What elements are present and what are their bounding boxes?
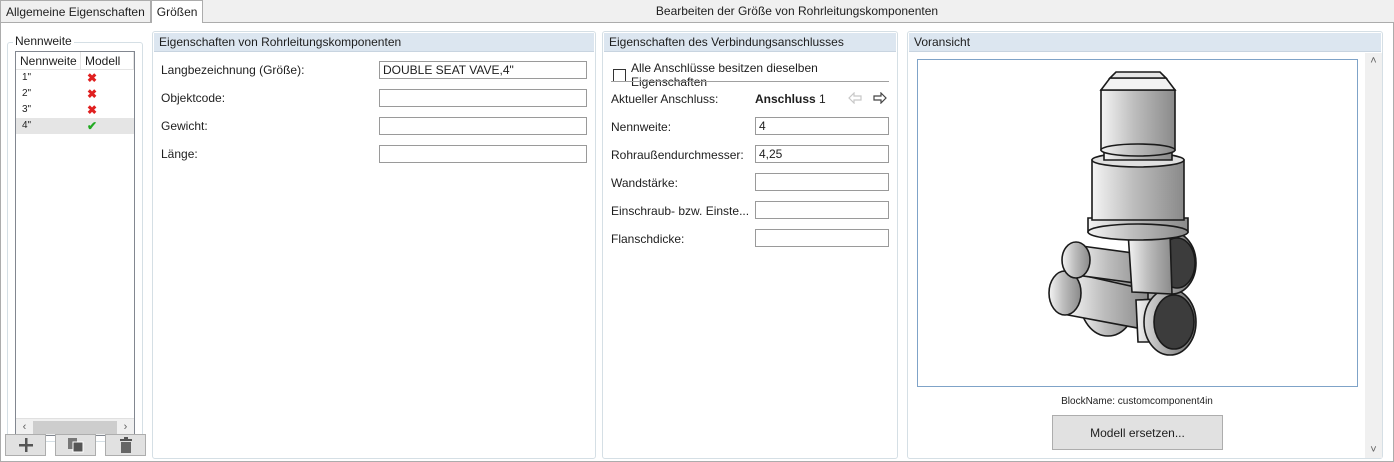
horizontal-scrollbar[interactable]: ‹ › [16, 418, 134, 435]
vertical-scrollbar[interactable]: ˄ ˅ [1365, 53, 1382, 458]
scroll-down-icon[interactable]: ˅ [1365, 444, 1382, 456]
tab-allgemeine-eigenschaften[interactable]: Allgemeine Eigenschaften [0, 0, 151, 22]
plus-icon [18, 438, 33, 452]
preview-panel: Voransicht BlockName: customcomponent4in… [907, 31, 1383, 459]
connection-properties-title: Eigenschaften des Verbindungsanschlusses [604, 33, 896, 52]
nennweite-input[interactable]: 4 [755, 117, 889, 135]
previous-connection-arrow-icon[interactable] [848, 92, 862, 104]
copy-size-button[interactable] [55, 434, 96, 456]
list-item[interactable]: 2" ✖ [16, 86, 134, 102]
list-header: Nennweite Modell [16, 52, 134, 70]
missing-model-icon: ✖ [87, 87, 98, 101]
list-item[interactable]: 3" ✖ [16, 102, 134, 118]
next-connection-arrow-icon[interactable] [873, 92, 887, 104]
connection-properties-panel: Eigenschaften des Verbindungsanschlusses… [602, 31, 898, 459]
same-properties-label: Alle Anschlüsse besitzen dieselben Eigen… [631, 61, 818, 89]
rohraussendurchmesser-label: Rohraußendurchmesser: [611, 148, 744, 162]
copy-icon [67, 438, 83, 453]
list-item-size: 4" [22, 120, 32, 131]
missing-model-icon: ✖ [87, 71, 98, 85]
nennweite-list[interactable]: Nennweite Modell 1" ✖ 2" ✖ 3" ✖ 4" ✔ ‹ › [15, 51, 135, 436]
einschraubtiefe-input[interactable] [755, 201, 889, 219]
nennweite-group-title: Nennweite [13, 34, 74, 48]
tab-content: Nennweite Nennweite Modell 1" ✖ 2" ✖ 3" … [0, 22, 1394, 462]
laenge-label: Länge: [161, 147, 198, 161]
current-connection-number: 1 [819, 92, 826, 106]
component-properties-title: Eigenschaften von Rohrleitungskomponente… [154, 33, 594, 52]
objektcode-input[interactable] [379, 89, 587, 107]
flanschdicke-input[interactable] [755, 229, 889, 247]
wandstaerke-input[interactable] [755, 173, 889, 191]
delete-size-button[interactable] [105, 434, 146, 456]
trash-icon [119, 437, 132, 453]
laenge-input[interactable] [379, 145, 587, 163]
blockname-label: BlockName: customcomponent4in [1061, 396, 1213, 407]
list-item-selected[interactable]: 4" ✔ [16, 118, 134, 134]
gewicht-input[interactable] [379, 117, 587, 135]
dialog-title: Bearbeiten der Größe von Rohrleitungskom… [655, 4, 939, 18]
current-connection-label: Aktueller Anschluss: [611, 92, 719, 106]
add-size-button[interactable] [5, 434, 46, 456]
wandstaerke-label: Wandstärke: [611, 176, 678, 190]
model-preview[interactable] [917, 59, 1358, 387]
nennweite-group: Nennweite Nennweite Modell 1" ✖ 2" ✖ 3" … [7, 34, 143, 442]
rohraussendurchmesser-input[interactable]: 4,25 [755, 145, 889, 163]
gewicht-label: Gewicht: [161, 119, 208, 133]
list-item-size: 2" [22, 88, 32, 99]
same-properties-checkbox[interactable]: Alle Anschlüsse besitzen dieselben Eigen… [613, 61, 897, 89]
component-properties-panel: Eigenschaften von Rohrleitungskomponente… [152, 31, 596, 459]
preview-title: Voransicht [909, 33, 1381, 52]
scroll-up-icon[interactable]: ˄ [1365, 55, 1382, 67]
scrollbar-thumb[interactable] [33, 421, 117, 434]
objektcode-label: Objektcode: [161, 91, 226, 105]
divider [611, 81, 889, 82]
list-item-size: 3" [22, 104, 32, 115]
checkmark-icon: ✔ [87, 119, 98, 133]
nennweite-label: Nennweite: [611, 120, 672, 134]
column-header-modell[interactable]: Modell [81, 52, 134, 69]
checkbox-box[interactable] [613, 68, 626, 82]
replace-model-button[interactable]: Modell ersetzen... [1052, 415, 1223, 450]
size-toolbar [5, 434, 146, 456]
flanschdicke-label: Flanschdicke: [611, 232, 685, 246]
current-connection-value: Anschluss 1 [755, 90, 826, 108]
list-item[interactable]: 1" ✖ [16, 70, 134, 86]
missing-model-icon: ✖ [87, 103, 98, 117]
column-header-nennweite[interactable]: Nennweite [16, 52, 81, 69]
valve-model-image [1048, 71, 1197, 356]
langbezeichnung-input[interactable]: DOUBLE SEAT VAVE,4" [379, 61, 587, 79]
list-item-size: 1" [22, 72, 32, 83]
langbezeichnung-label: Langbezeichnung (Größe): [161, 63, 305, 77]
tab-strip: Allgemeine Eigenschaften Größen [0, 0, 204, 23]
tab-groessen[interactable]: Größen [150, 0, 204, 23]
einschraubtiefe-label: Einschraub- bzw. Einste... [611, 204, 750, 218]
current-connection-name: Anschluss [755, 92, 816, 106]
